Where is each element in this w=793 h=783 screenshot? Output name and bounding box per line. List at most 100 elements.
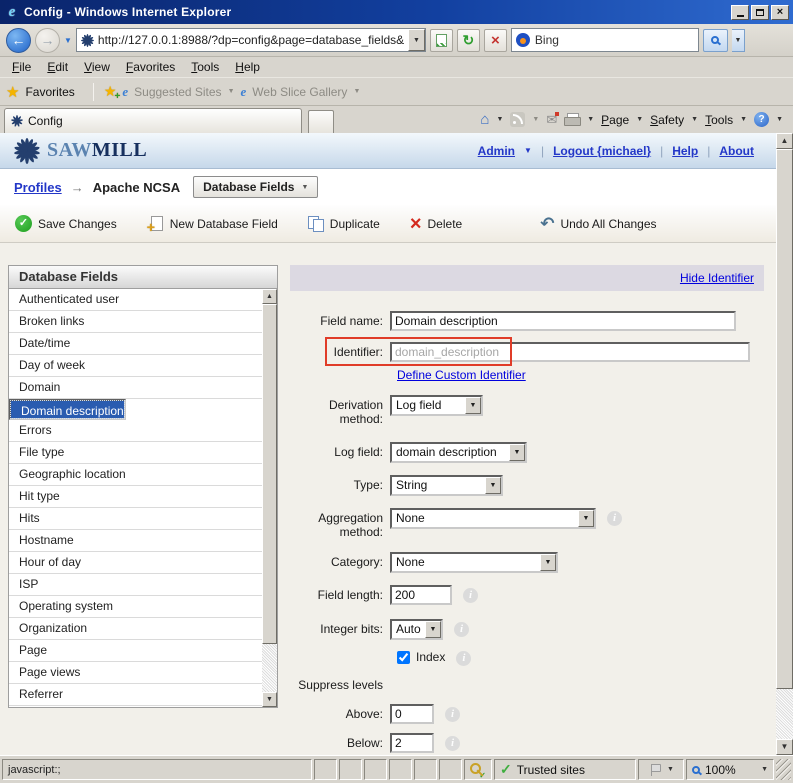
derivation-method-select[interactable]: Log field [390, 395, 483, 416]
protected-mode-cell[interactable] [638, 759, 684, 780]
logout-link[interactable]: Logout {michael} [553, 144, 651, 158]
address-bar[interactable]: http://127.0.0.1:8988/?dp=config&page=da… [76, 28, 426, 52]
sidebar-scrollbar[interactable]: ▲ ▼ [262, 289, 277, 707]
type-select[interactable]: String [390, 475, 503, 496]
sidebar-item-hour-of-day[interactable]: Hour of day [9, 552, 262, 574]
help-link[interactable]: Help [672, 144, 698, 158]
sidebar-item-date-time[interactable]: Date/time [9, 333, 262, 355]
resize-grip[interactable] [776, 759, 791, 780]
scroll-up-icon[interactable]: ▲ [262, 289, 277, 304]
info-icon[interactable]: i [456, 651, 471, 666]
search-engine-label[interactable]: Bing [535, 33, 559, 47]
sidebar-item-page[interactable]: Page [9, 640, 262, 662]
tab-config[interactable]: Config [4, 108, 302, 133]
menu-help[interactable]: Help [227, 58, 268, 76]
aggregation-method-select[interactable]: None [390, 508, 596, 529]
chevron-down-icon[interactable] [691, 116, 698, 123]
scroll-down-icon[interactable]: ▼ [262, 692, 277, 707]
chevron-down-icon[interactable] [540, 554, 556, 571]
menu-tools[interactable]: Tools [183, 58, 227, 76]
sidebar-item-hits[interactable]: Hits [9, 508, 262, 530]
sidebar-item-domain-description[interactable]: Domain description [9, 399, 126, 420]
scrollbar-thumb[interactable] [776, 149, 793, 689]
address-dropdown-button[interactable] [408, 29, 425, 51]
save-changes-button[interactable]: ✓ Save Changes [15, 215, 117, 232]
scroll-up-icon[interactable]: ▲ [776, 133, 793, 149]
scroll-down-icon[interactable]: ▼ [776, 739, 793, 755]
chevron-down-icon[interactable] [509, 444, 525, 461]
above-input[interactable] [390, 704, 434, 724]
sidebar-item-isp[interactable]: ISP [9, 574, 262, 596]
chevron-down-icon[interactable] [740, 116, 747, 123]
chevron-down-icon[interactable] [532, 116, 539, 123]
chevron-down-icon[interactable] [587, 116, 594, 123]
url-text[interactable]: http://127.0.0.1:8988/?dp=config&page=da… [98, 33, 404, 47]
undo-all-changes-button[interactable]: ↶ Undo All Changes [540, 216, 656, 232]
chevron-down-icon[interactable] [465, 397, 481, 414]
printer-icon[interactable] [564, 113, 580, 126]
admin-menu-link[interactable]: Admin [478, 144, 515, 158]
rss-feed-icon[interactable] [510, 112, 525, 127]
define-custom-identifier-link[interactable]: Define Custom Identifier [397, 368, 526, 382]
tab-label[interactable]: Config [28, 114, 63, 128]
profiles-link[interactable]: Profiles [14, 180, 62, 195]
sidebar-item-hit-type[interactable]: Hit type [9, 486, 262, 508]
sidebar-item-errors[interactable]: Errors [9, 420, 262, 442]
chevron-down-icon[interactable] [353, 88, 360, 95]
chevron-down-icon[interactable] [761, 766, 768, 773]
page-menu-button[interactable]: Page [601, 113, 629, 127]
sidebar-item-domain[interactable]: Domain [9, 377, 262, 399]
sidebar-item-geographic-location[interactable]: Geographic location [9, 464, 262, 486]
search-button[interactable] [703, 29, 728, 52]
page-scrollbar[interactable]: ▲ ▼ [776, 133, 793, 755]
back-button[interactable]: ← [6, 28, 31, 53]
sidebar-item-page-views[interactable]: Page views [9, 662, 262, 684]
minimize-button[interactable] [731, 5, 749, 20]
chevron-down-icon[interactable] [425, 621, 441, 638]
duplicate-button[interactable]: Duplicate [308, 216, 380, 232]
new-database-field-button[interactable]: New Database Field [147, 216, 278, 232]
close-button[interactable]: × [771, 5, 789, 20]
log-field-select[interactable]: domain description [390, 442, 527, 463]
hide-identifier-link[interactable]: Hide Identifier [680, 271, 754, 285]
chevron-down-icon[interactable] [578, 510, 594, 527]
info-icon[interactable]: i [607, 511, 622, 526]
chevron-down-icon[interactable] [776, 116, 783, 123]
search-box[interactable]: Bing [511, 28, 699, 52]
compatibility-view-button[interactable] [430, 29, 453, 52]
chevron-down-icon[interactable] [667, 766, 674, 773]
field-name-input[interactable] [390, 311, 736, 331]
home-icon[interactable]: ⌂ [480, 112, 489, 127]
field-length-input[interactable] [390, 585, 452, 605]
tools-menu-button[interactable]: Tools [705, 113, 733, 127]
add-favorite-icon[interactable]: ★ [104, 83, 117, 100]
sidebar-item-authenticated-user[interactable]: Authenticated user [9, 289, 262, 311]
info-icon[interactable]: i [454, 622, 469, 637]
security-zone-cell[interactable]: ✓ Trusted sites [494, 759, 636, 780]
forward-button[interactable]: → [35, 28, 60, 53]
maximize-button[interactable] [751, 5, 769, 20]
stop-button[interactable]: × [484, 29, 507, 52]
history-dropdown-icon[interactable]: ▼ [64, 36, 72, 45]
suggested-sites-button[interactable]: Suggested Sites [134, 85, 221, 99]
chevron-down-icon[interactable] [636, 116, 643, 123]
info-icon[interactable]: i [445, 736, 460, 751]
menu-file[interactable]: File [4, 58, 39, 76]
new-tab-stub[interactable] [308, 110, 334, 133]
section-dropdown-button[interactable]: Database Fields [193, 176, 318, 198]
below-input[interactable] [390, 733, 434, 753]
scrollbar-thumb[interactable] [262, 304, 277, 644]
help-icon[interactable]: ? [754, 112, 769, 127]
favorites-button[interactable]: Favorites [25, 85, 74, 99]
category-select[interactable]: None [390, 552, 558, 573]
index-checkbox[interactable] [397, 651, 410, 664]
zoom-cell[interactable]: 100% [686, 759, 774, 780]
chevron-down-icon[interactable] [228, 88, 235, 95]
sidebar-item-broken-links[interactable]: Broken links [9, 311, 262, 333]
refresh-button[interactable]: ↻ [457, 29, 480, 52]
sidebar-item-referrer[interactable]: Referrer [9, 684, 262, 706]
chevron-down-icon[interactable]: ▼ [524, 146, 532, 155]
menu-view[interactable]: View [76, 58, 118, 76]
about-link[interactable]: About [719, 144, 754, 158]
sidebar-item-hostname[interactable]: Hostname [9, 530, 262, 552]
